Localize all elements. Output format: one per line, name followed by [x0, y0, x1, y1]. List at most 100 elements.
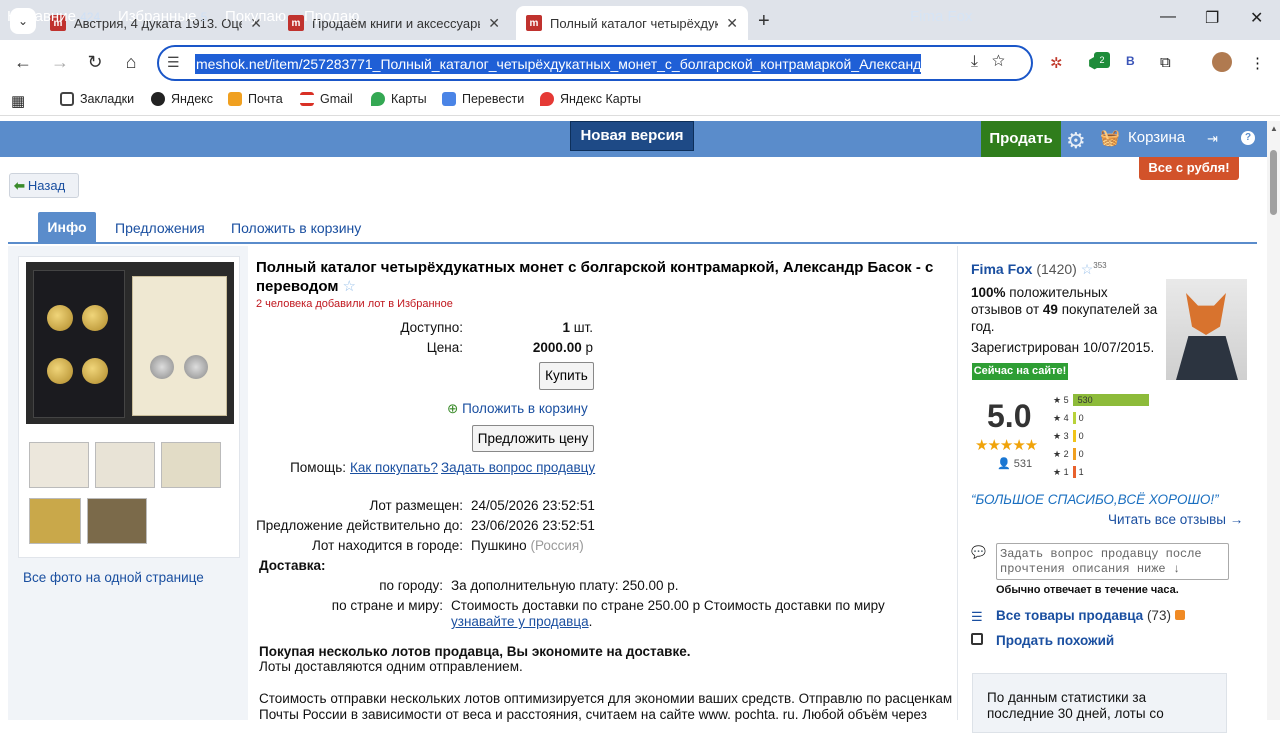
bookmark-gmail[interactable]: Gmail — [300, 92, 353, 106]
bookmark-maps[interactable]: Карты — [371, 92, 427, 106]
logout-icon[interactable]: ⇥ — [1207, 131, 1218, 147]
positive-text: отзывов от — [971, 302, 1040, 317]
close-tab-icon[interactable]: ✕ — [488, 15, 500, 32]
new-tab-icon[interactable]: + — [758, 10, 770, 33]
available-value: 1 шт. — [470, 320, 593, 335]
nav-favorites[interactable]: Избранные 5 — [118, 8, 207, 25]
maps-pin-icon — [371, 92, 385, 106]
site-info-icon[interactable]: ☰ — [167, 54, 180, 71]
available-label: Доступно: — [400, 320, 463, 335]
back-arrow-icon[interactable]: ← — [11, 52, 35, 73]
city-delivery-label: по городу: — [379, 578, 443, 593]
rating-row-2[interactable]: ★ 2 0 — [1053, 447, 1084, 461]
address-bar[interactable]: ☰ meshok.net/item/257283771_Полный_катал… — [157, 45, 1033, 81]
favorites-note: 2 человека добавили лот в Избранное — [256, 298, 453, 310]
back-button[interactable]: ⬅ Назад — [9, 173, 79, 198]
bookmark-translate[interactable]: Перевести — [442, 92, 524, 106]
reload-icon[interactable]: ↻ — [83, 52, 107, 73]
yandex-maps-pin-icon — [540, 92, 554, 106]
available-qty: 1 — [562, 320, 570, 335]
bookmark-yandex-maps[interactable]: Яндекс Карты — [540, 92, 641, 106]
book-english-image — [33, 270, 125, 418]
scroll-up-icon[interactable]: ▲ — [1270, 124, 1278, 133]
tab-info[interactable]: Инфо — [38, 212, 96, 243]
restore-icon[interactable]: ❐ — [1205, 8, 1219, 28]
profile-avatar-icon[interactable] — [1212, 52, 1232, 72]
help-icon[interactable]: ? — [1241, 131, 1255, 145]
browser-tab-active[interactable]: m Полный каталог четырёхдукат ✕ — [516, 6, 748, 40]
add-to-cart-link[interactable]: ⊕ Положить в корзину — [447, 401, 588, 417]
sell-button[interactable]: Продать — [981, 121, 1061, 157]
bookmark-label: Яндекс — [171, 92, 214, 106]
extension-puzzle-color-icon[interactable]: ✲ — [1050, 54, 1063, 72]
seller-name-link[interactable]: Fima Fox — [971, 261, 1032, 277]
cart-icon[interactable]: 🧺 — [1100, 128, 1120, 148]
gear-icon[interactable]: ⚙ — [1066, 128, 1086, 154]
ask-seller-link[interactable]: Задать вопрос продавцу — [441, 460, 595, 475]
rating-star-label: ★ 2 — [1053, 448, 1069, 459]
nav-username[interactable]: Fima Fox — [910, 8, 973, 25]
close-tab-icon[interactable]: ✕ — [726, 15, 738, 32]
bookmark-folder[interactable]: Закладки — [60, 92, 134, 106]
how-to-buy-link[interactable]: Как покупать? — [350, 460, 438, 475]
photo-thumbnail[interactable] — [87, 498, 147, 544]
minimize-icon[interactable]: — — [1160, 8, 1176, 26]
price-currency: р — [585, 340, 593, 355]
folder-icon — [60, 92, 74, 106]
url-text[interactable]: meshok.net/item/257283771_Полный_каталог… — [195, 54, 921, 74]
rating-stars-icon: ★★★★★ — [975, 437, 1038, 454]
nav-recent[interactable]: Недавние 424 — [7, 8, 100, 25]
rating-count: 0 — [1078, 431, 1084, 441]
tab-offers[interactable]: Предложения — [115, 220, 205, 236]
seller-header: Fima Fox (1420) ☆353 — [971, 261, 1107, 278]
bookmark-label: Перевести — [462, 92, 525, 106]
rating-row-5[interactable]: ★ 5 530 — [1053, 393, 1153, 407]
cart-link[interactable]: Корзина — [1128, 129, 1185, 146]
extension-b-icon[interactable]: B — [1126, 54, 1135, 68]
rss-icon[interactable] — [1174, 610, 1185, 620]
new-version-button[interactable]: Новая версия — [570, 121, 694, 151]
sell-similar-link[interactable]: Продать похожий — [996, 633, 1114, 648]
forward-arrow-icon[interactable]: → — [48, 52, 72, 73]
all-photos-link[interactable]: Все фото на одной странице — [23, 570, 204, 585]
bookmark-star-icon[interactable]: ⤓☆ — [971, 53, 1019, 71]
make-offer-button[interactable]: Предложить цену — [472, 425, 594, 452]
photo-thumbnail[interactable] — [29, 442, 89, 488]
answer-time-note: Обычно отвечает в течение часа. — [996, 584, 1179, 596]
yandex-icon — [151, 92, 165, 106]
rating-row-4[interactable]: ★ 4 0 — [1053, 411, 1084, 425]
rating-count: 530 — [1077, 395, 1093, 405]
bookmark-yandex[interactable]: Яндекс — [151, 92, 213, 106]
city-country: (Россия) — [530, 538, 584, 553]
bookmark-label: Карты — [391, 92, 427, 106]
world-delivery-label: по стране и миру: — [331, 598, 443, 613]
nav-recent-count: 424 — [80, 10, 101, 24]
buy-button[interactable]: Купить — [539, 362, 594, 390]
valid-until-value: 23/06/2026 23:52:51 — [471, 518, 595, 533]
all-seller-items-link[interactable]: Все товары продавца (73) — [996, 608, 1185, 623]
rating-row-3[interactable]: ★ 3 0 — [1053, 429, 1084, 443]
rating-row-1[interactable]: ★ 1 1 — [1053, 465, 1084, 479]
read-all-reviews-link[interactable]: Читать все отзывы → — [1108, 512, 1243, 527]
placed-value: 24/05/2026 23:52:51 — [471, 498, 595, 513]
nav-selling[interactable]: Продаю — [304, 8, 359, 25]
extensions-puzzle-icon[interactable]: ⧉ — [1160, 54, 1171, 71]
home-icon[interactable]: ⌂ — [119, 52, 143, 73]
photo-thumbnail[interactable] — [29, 498, 81, 544]
ask-seller-textarea[interactable]: Задать вопрос продавцу после прочтения о… — [996, 543, 1229, 580]
menu-dots-icon[interactable]: ⋮ — [1250, 54, 1265, 72]
online-badge: Сейчас на сайте! — [972, 363, 1068, 380]
nav-buying[interactable]: Покупаю — [225, 8, 286, 25]
scrollbar-thumb[interactable] — [1270, 150, 1277, 215]
price-value: 2000.00 р — [470, 340, 593, 355]
cart-plus-icon: ⊕ — [447, 401, 459, 416]
promo-badge[interactable]: Все с рубля! — [1139, 157, 1239, 180]
favorite-star-icon[interactable]: ☆ — [342, 278, 355, 295]
tab-add-to-cart[interactable]: Положить в корзину — [231, 220, 361, 236]
apps-grid-icon[interactable]: ▦ — [11, 92, 25, 110]
ask-seller-shipping-link[interactable]: узнавайте у продавца — [451, 614, 589, 629]
photo-thumbnail[interactable] — [161, 442, 221, 488]
photo-thumbnail[interactable] — [95, 442, 155, 488]
close-window-icon[interactable]: ✕ — [1250, 8, 1263, 28]
bookmark-mail[interactable]: Почта — [228, 92, 283, 106]
